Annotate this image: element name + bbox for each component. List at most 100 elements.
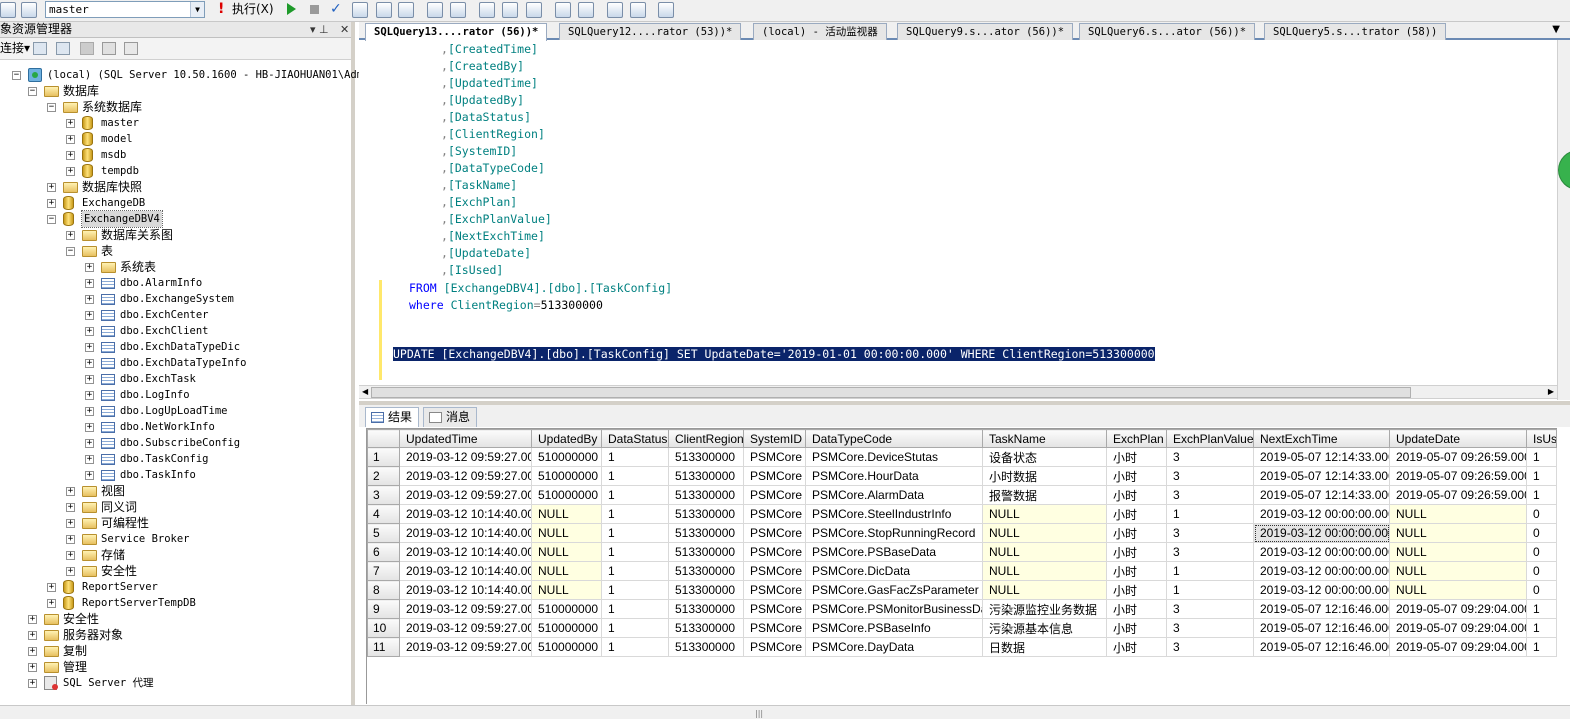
- grid-cell[interactable]: PSMCore.PSBaseData: [805, 542, 983, 562]
- table-row[interactable]: 11 2019-03-12 09:59:27.000 510000000 1 51330…: [367, 637, 1557, 657]
- expand-icon[interactable]: +: [85, 407, 94, 416]
- collapse-icon[interactable]: −: [66, 247, 75, 256]
- grid-cell[interactable]: 污染源基本信息: [982, 618, 1107, 638]
- grid-cell[interactable]: 小时数据: [982, 466, 1107, 486]
- column-header[interactable]: TaskName: [982, 429, 1107, 448]
- expand-icon[interactable]: +: [28, 679, 37, 688]
- grid-cell[interactable]: PSMCore: [743, 542, 806, 562]
- tree-node[interactable]: + 服务器对象: [0, 627, 351, 643]
- grid-cell[interactable]: PSMCore.SteelIndustrInfo: [805, 504, 983, 524]
- stop-icon[interactable]: [310, 5, 319, 14]
- query-editor[interactable]: ,[CreatedTime] ,[CreatedBy] ,[UpdatedTime]…: [359, 40, 1557, 385]
- grid-cell[interactable]: 2019-03-12 09:59:27.000: [399, 637, 532, 657]
- table-row[interactable]: 9 2019-03-12 09:59:27.000 510000000 1 513300…: [367, 599, 1557, 619]
- grid-cell[interactable]: 2019-05-07 12:16:46.000: [1253, 618, 1390, 638]
- grid-cell[interactable]: 2019-03-12 09:59:27.000: [399, 618, 532, 638]
- grid-cell[interactable]: 510000000: [531, 599, 602, 619]
- tree-node[interactable]: − (local) (SQL Server 10.50.1600 - HB-JIA…: [0, 67, 388, 83]
- grid-cell[interactable]: 污染源监控业务数据: [982, 599, 1107, 619]
- grid-cell[interactable]: 2019-03-12 10:14:40.000: [399, 504, 532, 524]
- tab-results[interactable]: 结果: [365, 407, 420, 427]
- grid-cell[interactable]: 1: [601, 599, 669, 619]
- disconnect-icon[interactable]: [56, 42, 70, 55]
- grid-cell[interactable]: 1: [1526, 466, 1557, 486]
- tree-node[interactable]: + dbo.ExchangeSystem: [0, 291, 351, 307]
- tab-query-1[interactable]: SQLQuery12....rator (53))*: [559, 23, 742, 40]
- table-row[interactable]: 1 2019-03-12 09:59:27.000 510000000 1 513300…: [367, 447, 1557, 467]
- row-number[interactable]: 9: [367, 599, 400, 619]
- tab-query-2[interactable]: (local) - 活动监视器: [753, 23, 887, 40]
- expand-icon[interactable]: +: [85, 391, 94, 400]
- expand-icon[interactable]: +: [47, 183, 56, 192]
- grid-cell[interactable]: 1: [601, 447, 669, 467]
- grid-cell[interactable]: NULL: [1389, 542, 1527, 562]
- expand-icon[interactable]: +: [28, 663, 37, 672]
- display-plan-icon[interactable]: [376, 2, 392, 18]
- expand-icon[interactable]: +: [66, 135, 75, 144]
- expand-icon[interactable]: +: [85, 327, 94, 336]
- grid-cell[interactable]: PSMCore.PSMonitorBusinessData: [805, 599, 983, 619]
- grid-cell[interactable]: NULL: [1389, 580, 1527, 600]
- tree-node[interactable]: + model: [0, 131, 351, 147]
- refresh-icon[interactable]: [124, 42, 138, 55]
- tab-messages[interactable]: 消息: [423, 407, 478, 427]
- grid-cell[interactable]: NULL: [982, 580, 1107, 600]
- grid-cell[interactable]: NULL: [1389, 561, 1527, 581]
- grid-cell[interactable]: PSMCore.DeviceStutas: [805, 447, 983, 467]
- collapse-icon[interactable]: −: [47, 103, 56, 112]
- grid-cell[interactable]: 3: [1166, 447, 1254, 467]
- tree-node[interactable]: + dbo.LogUpLoadTime: [0, 403, 351, 419]
- grid-cell[interactable]: PSMCore.StopRunningRecord: [805, 523, 983, 543]
- grid-cell[interactable]: 2019-03-12 10:14:40.000: [399, 580, 532, 600]
- grid-cell[interactable]: 1: [1166, 561, 1254, 581]
- grid-cell[interactable]: PSMCore: [743, 637, 806, 657]
- grid-cell[interactable]: 0: [1526, 504, 1557, 524]
- grid-cell[interactable]: 小时: [1106, 618, 1167, 638]
- tree-node[interactable]: + 管理: [0, 659, 351, 675]
- grid-cell[interactable]: 1: [1166, 580, 1254, 600]
- grid-cell[interactable]: NULL: [531, 504, 602, 524]
- grid-cell[interactable]: 小时: [1106, 504, 1167, 524]
- expand-icon[interactable]: +: [28, 647, 37, 656]
- grid-cell[interactable]: 1: [601, 485, 669, 505]
- grid-cell[interactable]: PSMCore: [743, 561, 806, 581]
- pin-icon[interactable]: ▾ ⊥: [310, 22, 329, 37]
- table-row[interactable]: 5 2019-03-12 10:14:40.000 NULL 1 513300000 PS…: [367, 523, 1557, 543]
- results-to-grid-icon[interactable]: [427, 2, 443, 18]
- table-row[interactable]: 4 2019-03-12 10:14:40.000 NULL 1 513300000 PS…: [367, 504, 1557, 524]
- grid-cell[interactable]: 小时: [1106, 447, 1167, 467]
- expand-icon[interactable]: +: [85, 455, 94, 464]
- column-header[interactable]: DataStatus: [601, 429, 669, 448]
- grid-cell[interactable]: 3: [1166, 523, 1254, 543]
- row-number[interactable]: 2: [367, 466, 400, 486]
- grid-cell[interactable]: 1: [1526, 447, 1557, 467]
- grid-cell[interactable]: PSMCore: [743, 580, 806, 600]
- expand-icon[interactable]: +: [66, 519, 75, 528]
- expand-icon[interactable]: +: [47, 583, 56, 592]
- grid-cell[interactable]: 513300000: [668, 466, 744, 486]
- results-to-file-icon[interactable]: [450, 2, 466, 18]
- expand-icon[interactable]: +: [66, 551, 75, 560]
- column-header[interactable]: UpdatedTime: [399, 429, 532, 448]
- sqlcmd-mode-icon[interactable]: [526, 2, 542, 18]
- grid-cell[interactable]: 1: [1526, 599, 1557, 619]
- tree-node[interactable]: + dbo.NetWorkInfo: [0, 419, 351, 435]
- expand-icon[interactable]: +: [85, 343, 94, 352]
- tree-node[interactable]: + Service Broker: [0, 531, 351, 547]
- tree-node[interactable]: + msdb: [0, 147, 351, 163]
- tree-node[interactable]: + 可编程性: [0, 515, 351, 531]
- grid-cell[interactable]: 1: [1526, 485, 1557, 505]
- table-row[interactable]: 8 2019-03-12 10:14:40.000 NULL 1 513300000 PS…: [367, 580, 1557, 600]
- tree-node[interactable]: + dbo.ExchDataTypeDic: [0, 339, 351, 355]
- expand-icon[interactable]: +: [85, 439, 94, 448]
- grid-cell[interactable]: 0: [1526, 561, 1557, 581]
- grid-cell[interactable]: 2019-05-07 09:26:59.000: [1389, 447, 1527, 467]
- table-row[interactable]: 2 2019-03-12 09:59:27.000 510000000 1 513300…: [367, 466, 1557, 486]
- grid-cell[interactable]: PSMCore: [743, 599, 806, 619]
- grid-cell[interactable]: 513300000: [668, 637, 744, 657]
- grid-cell[interactable]: 2019-03-12 10:14:40.000: [399, 561, 532, 581]
- grid-cell[interactable]: 1: [601, 523, 669, 543]
- expand-icon[interactable]: +: [85, 263, 94, 272]
- column-header[interactable]: IsUsed: [1526, 429, 1557, 448]
- grid-cell[interactable]: 3: [1166, 542, 1254, 562]
